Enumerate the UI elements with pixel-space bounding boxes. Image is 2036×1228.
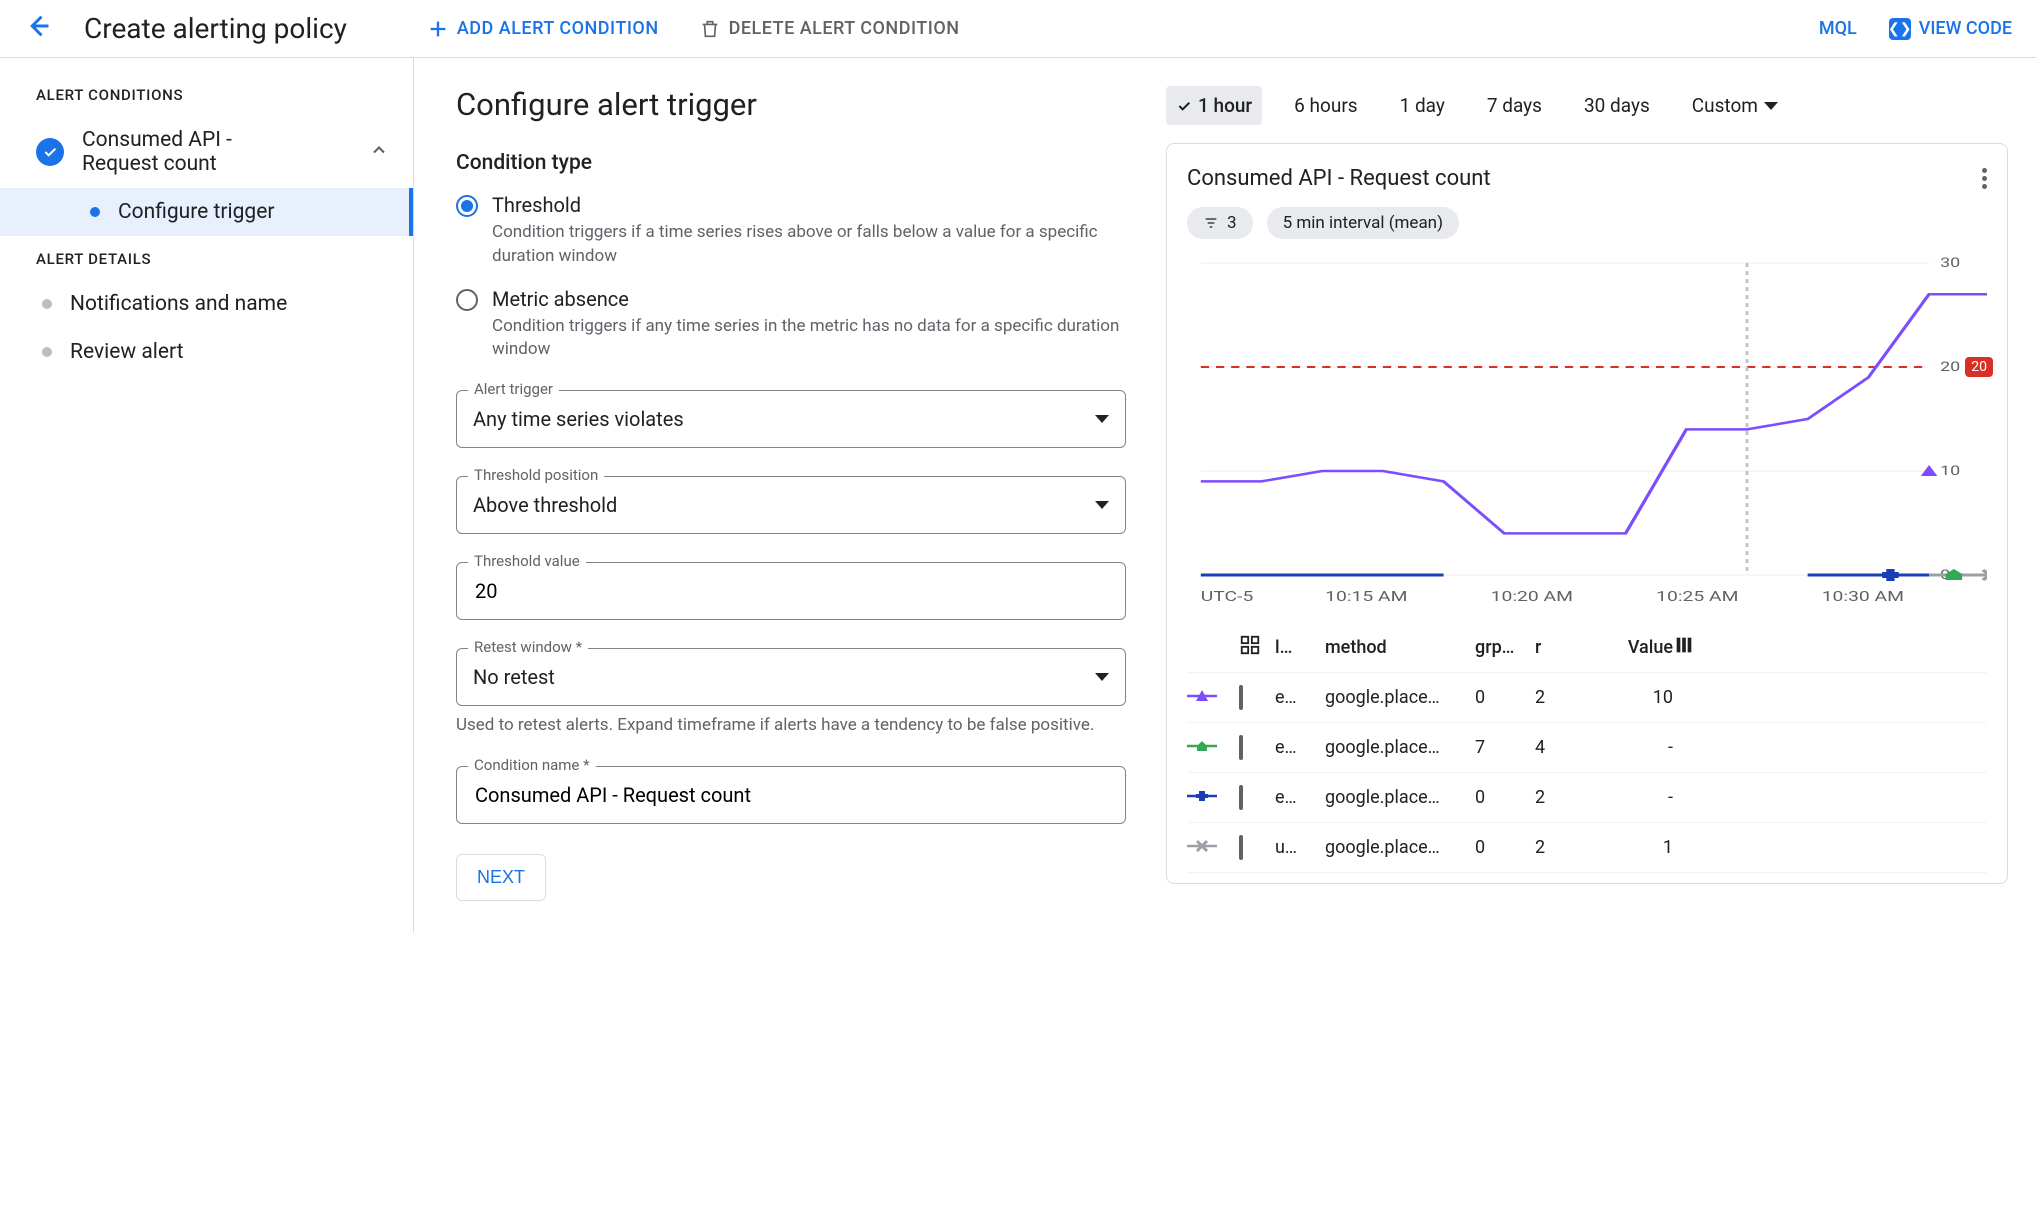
sidebar-item-review[interactable]: Review alert [0,328,413,376]
sidebar-item-notifications[interactable]: Notifications and name [0,280,413,328]
svg-text:10:15 AM: 10:15 AM [1325,589,1407,606]
radio-threshold-label: Threshold [492,193,1126,217]
radio-threshold-desc: Condition triggers if a time series rise… [492,221,1126,269]
table-header: l… method grp… r Value [1187,623,1987,673]
filter-icon [1203,215,1219,231]
chart-panel: Consumed API - Request count 3 5 min int… [1166,143,2008,884]
subsection-title: Condition type [456,151,1126,175]
sidebar-header-conditions: ALERT CONDITIONS [0,86,413,116]
row-checkbox[interactable] [1239,685,1243,710]
range-1hour[interactable]: 1 hour [1166,86,1262,125]
columns-icon[interactable] [1673,634,1695,656]
chevron-up-icon[interactable] [369,140,389,165]
bullet-icon [90,207,100,217]
table-row[interactable]: e…google.place…0210 [1187,673,1987,723]
code-icon: ❮❯ [1889,18,1911,40]
condition-name-input[interactable]: Condition name * [456,766,1126,824]
range-30days[interactable]: 30 days [1574,86,1660,125]
sidebar-item-label: Review alert [70,340,184,364]
mql-button[interactable]: MQL [1819,18,1857,39]
range-custom[interactable]: Custom [1682,86,1788,125]
row-checkbox[interactable] [1239,785,1243,810]
view-code-button[interactable]: ❮❯ VIEW CODE [1889,18,2012,40]
threshold-badge: 20 [1965,357,1993,377]
section-title: Configure alert trigger [456,86,1126,123]
radio-absence-label: Metric absence [492,287,1126,311]
bullet-icon [42,347,52,357]
threshold-position-select[interactable]: Threshold position Above threshold [456,476,1126,534]
delete-alert-condition-button[interactable]: DELETE ALERT CONDITION [699,18,960,40]
alert-trigger-select[interactable]: Alert trigger Any time series violates [456,390,1126,448]
caret-down-icon [1095,415,1109,423]
radio-metric-absence[interactable] [456,289,478,311]
bullet-icon [42,299,52,309]
sidebar-item-label: Consumed API -Request count [82,128,232,176]
svg-text:UTC-5: UTC-5 [1201,589,1254,606]
range-7days[interactable]: 7 days [1477,86,1552,125]
svg-text:10:20 AM: 10:20 AM [1491,589,1573,606]
plus-icon [427,18,449,40]
trash-icon [699,18,721,40]
sidebar-item-condition[interactable]: Consumed API -Request count [0,116,413,188]
svg-text:20: 20 [1940,359,1960,375]
grid-view-icon[interactable] [1239,634,1261,656]
caret-down-icon [1095,501,1109,509]
chart: 0102030UTC-510:15 AM10:20 AM10:25 AM10:3… [1187,255,1987,615]
svg-text:10:30 AM: 10:30 AM [1822,589,1904,606]
table-row[interactable]: e…google.place…74- [1187,723,1987,773]
time-range-picker: 1 hour 6 hours 1 day 7 days 30 days Cust… [1166,86,2008,125]
page-title: Create alerting policy [84,12,347,45]
svg-text:10: 10 [1940,463,1960,479]
sidebar: ALERT CONDITIONS Consumed API -Request c… [0,58,414,933]
radio-threshold[interactable] [456,195,478,217]
series-marker-icon [1187,787,1217,808]
filter-chip[interactable]: 3 [1187,207,1253,239]
series-marker-icon [1187,687,1217,708]
range-1day[interactable]: 1 day [1390,86,1455,125]
radio-absence-desc: Condition triggers if any time series in… [492,315,1126,363]
caret-down-icon [1095,673,1109,681]
next-button[interactable]: NEXT [456,854,546,901]
check-circle-icon [36,138,64,166]
range-6hours[interactable]: 6 hours [1284,86,1367,125]
check-icon [1176,98,1192,114]
interval-chip[interactable]: 5 min interval (mean) [1267,207,1459,239]
chart-title: Consumed API - Request count [1187,166,1491,191]
back-arrow-icon[interactable] [24,12,52,45]
row-checkbox[interactable] [1239,735,1243,760]
retest-window-select[interactable]: Retest window * No retest [456,648,1126,706]
sidebar-item-configure-trigger[interactable]: Configure trigger [0,188,413,236]
caret-down-icon [1764,102,1778,110]
threshold-value-input[interactable]: Threshold value [456,562,1126,620]
sidebar-item-label: Notifications and name [70,292,287,316]
series-marker-icon [1187,837,1217,858]
retest-helper: Used to retest alerts. Expand timeframe … [456,714,1126,738]
add-alert-condition-button[interactable]: ADD ALERT CONDITION [427,18,659,40]
table-row[interactable]: u…google.place…021 [1187,823,1987,873]
svg-text:10:25 AM: 10:25 AM [1656,589,1738,606]
sidebar-header-details: ALERT DETAILS [0,250,413,280]
row-checkbox[interactable] [1239,835,1243,860]
series-marker-icon [1187,737,1217,758]
legend-table: l… method grp… r Value e…google.place…02… [1187,623,1987,873]
table-row[interactable]: e…google.place…02- [1187,773,1987,823]
sidebar-item-label: Configure trigger [118,200,274,224]
svg-text:30: 30 [1940,255,1960,270]
kebab-menu-icon[interactable] [1982,168,1987,189]
